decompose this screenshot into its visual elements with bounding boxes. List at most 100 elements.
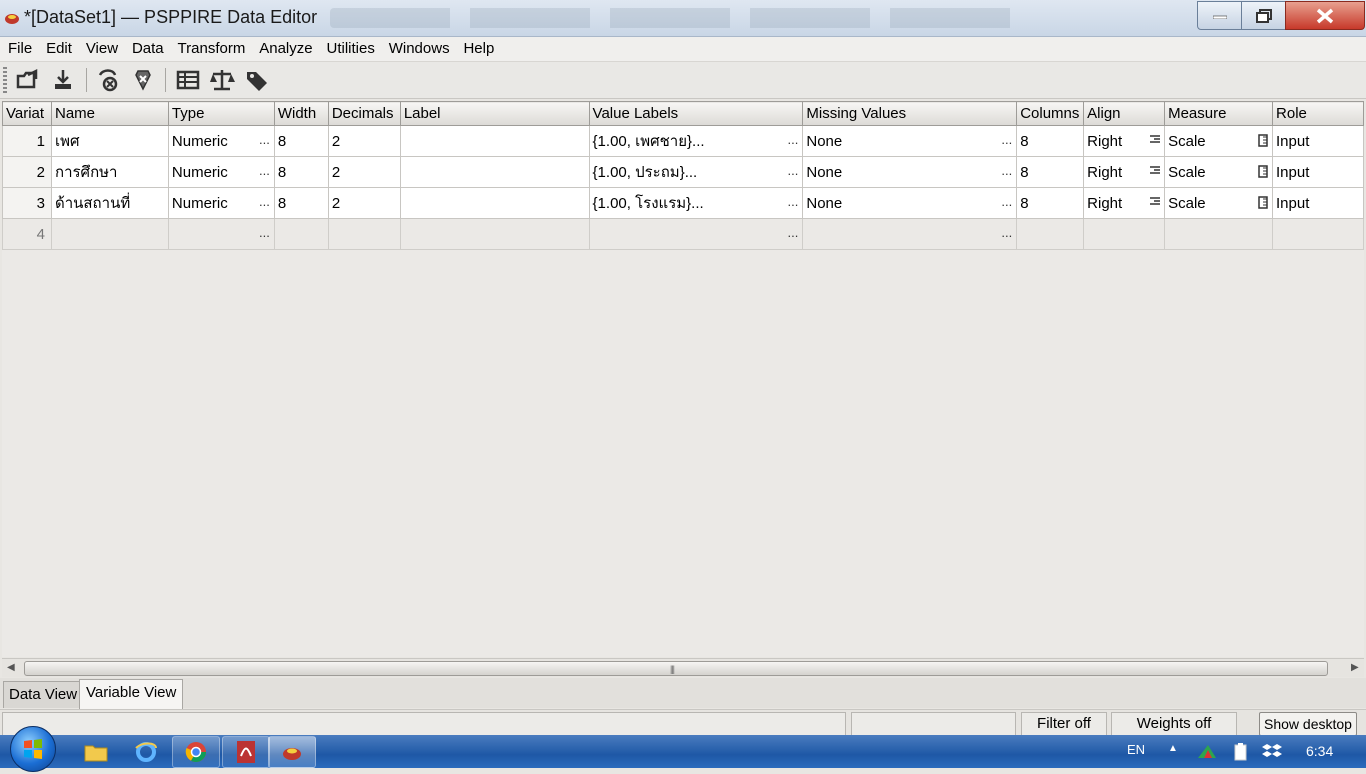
dropbox-icon[interactable] — [1262, 742, 1282, 762]
close-button[interactable] — [1285, 1, 1365, 30]
cell-width[interactable]: 8 — [273, 125, 329, 157]
cell-align[interactable] — [1083, 218, 1166, 250]
cell-decimals[interactable]: 2 — [327, 125, 401, 157]
cell-missing-values[interactable]: ... — [802, 218, 1018, 250]
scrollbar-thumb[interactable]: ||| — [24, 661, 1328, 676]
cell-align[interactable]: Right — [1083, 156, 1166, 188]
type-ellipsis-button[interactable]: ... — [259, 163, 270, 178]
restore-button[interactable] — [1241, 1, 1287, 30]
cell-missing-values[interactable]: None... — [802, 156, 1018, 188]
cell-decimals[interactable] — [327, 218, 401, 250]
row-number[interactable]: 4 — [2, 218, 52, 250]
cell-measure[interactable]: Scale — [1164, 125, 1274, 157]
value-labels-ellipsis-button[interactable]: ... — [788, 225, 799, 240]
cell-measure[interactable]: Scale — [1164, 156, 1274, 188]
menu-view[interactable]: View — [86, 37, 118, 61]
row-number[interactable]: 3 — [2, 187, 52, 219]
tray-expand-icon[interactable]: ▲ — [1168, 743, 1178, 754]
missing-ellipsis-button[interactable]: ... — [1001, 163, 1012, 178]
minimize-button[interactable] — [1197, 1, 1243, 30]
cell-value-labels[interactable]: {1.00, ประถม}...... — [588, 156, 804, 188]
cell-width[interactable]: 8 — [273, 187, 329, 219]
cell-name[interactable]: เพศ — [50, 125, 169, 157]
weight-cases-button[interactable] — [209, 67, 237, 93]
cell-decimals[interactable]: 2 — [327, 187, 401, 219]
col-header-columns[interactable]: Columns — [1016, 101, 1085, 126]
type-ellipsis-button[interactable]: ... — [259, 132, 270, 147]
missing-ellipsis-button[interactable]: ... — [1001, 194, 1012, 209]
scroll-left-arrow-icon[interactable]: ◀ — [7, 662, 15, 673]
value-labels-ellipsis-button[interactable]: ... — [788, 194, 799, 209]
open-file-button[interactable] — [14, 67, 42, 93]
col-header-value-labels[interactable]: Value Labels — [588, 101, 804, 126]
missing-ellipsis-button[interactable]: ... — [1001, 132, 1012, 147]
explorer-taskbar-button[interactable] — [72, 736, 120, 768]
clock-time[interactable]: 6:34 — [1306, 743, 1333, 759]
chrome-taskbar-button[interactable] — [172, 736, 220, 768]
menu-windows[interactable]: Windows — [389, 37, 450, 61]
cell-measure[interactable] — [1164, 218, 1274, 250]
psppire-taskbar-button[interactable] — [268, 736, 316, 768]
ie-taskbar-button[interactable] — [122, 736, 170, 768]
value-labels-button[interactable] — [244, 67, 272, 93]
col-header-measure[interactable]: Measure — [1164, 101, 1274, 126]
acrobat-taskbar-button[interactable] — [222, 736, 270, 768]
tab-variable-view[interactable]: Variable View — [79, 679, 184, 710]
network-icon[interactable] — [1196, 742, 1218, 760]
menu-analyze[interactable]: Analyze — [259, 37, 312, 61]
cell-measure[interactable]: Scale — [1164, 187, 1274, 219]
cell-width[interactable]: 8 — [273, 156, 329, 188]
cell-columns[interactable]: 8 — [1016, 187, 1085, 219]
col-header-label[interactable]: Label — [399, 101, 590, 126]
goto-case-button[interactable] — [95, 67, 123, 93]
save-button[interactable] — [50, 67, 78, 93]
cell-align[interactable]: Right — [1083, 125, 1166, 157]
cell-role[interactable]: Input — [1272, 125, 1364, 157]
cell-value-labels[interactable]: {1.00, เพศชาย}...... — [588, 125, 804, 157]
cell-columns[interactable] — [1016, 218, 1085, 250]
cell-value-labels[interactable]: ... — [588, 218, 804, 250]
row-number[interactable]: 2 — [2, 156, 52, 188]
menu-data[interactable]: Data — [132, 37, 164, 61]
cell-type[interactable]: Numeric... — [167, 156, 275, 188]
horizontal-scrollbar[interactable]: ◀ ||| ▶ — [2, 658, 1364, 677]
col-header-name[interactable]: Name — [50, 101, 169, 126]
col-header-type[interactable]: Type — [167, 101, 275, 126]
type-ellipsis-button[interactable]: ... — [259, 194, 270, 209]
cell-label[interactable] — [399, 187, 590, 219]
col-header-decimals[interactable]: Decimals — [327, 101, 401, 126]
cell-role[interactable]: Input — [1272, 187, 1364, 219]
toolbar-grip[interactable] — [3, 67, 7, 93]
cell-label[interactable] — [399, 218, 590, 250]
cell-name[interactable]: การศึกษา — [50, 156, 169, 188]
col-header-variable[interactable]: Variat — [2, 101, 52, 126]
cell-role[interactable]: Input — [1272, 156, 1364, 188]
battery-power-icon[interactable] — [1232, 742, 1250, 762]
language-indicator[interactable]: EN — [1127, 742, 1145, 757]
col-header-role[interactable]: Role — [1272, 101, 1364, 126]
cell-columns[interactable]: 8 — [1016, 156, 1085, 188]
missing-ellipsis-button[interactable]: ... — [1001, 225, 1012, 240]
start-button[interactable] — [10, 726, 56, 772]
value-labels-ellipsis-button[interactable]: ... — [788, 163, 799, 178]
cell-role[interactable] — [1272, 218, 1364, 250]
cell-width[interactable] — [273, 218, 329, 250]
cell-missing-values[interactable]: None... — [802, 187, 1018, 219]
cell-name[interactable]: ด้านสถานที่ — [50, 187, 169, 219]
cell-type[interactable]: Numeric... — [167, 187, 275, 219]
col-header-align[interactable]: Align — [1083, 101, 1166, 126]
find-button[interactable] — [130, 67, 158, 93]
cell-type[interactable]: ... — [167, 218, 275, 250]
variable-grid[interactable]: Variat Name Type Width Decimals Label Va… — [2, 101, 1364, 657]
tab-data-view[interactable]: Data View — [3, 681, 84, 708]
cell-type[interactable]: Numeric... — [167, 125, 275, 157]
cell-value-labels[interactable]: {1.00, โรงแรม}...... — [588, 187, 804, 219]
col-header-width[interactable]: Width — [273, 101, 329, 126]
cell-decimals[interactable]: 2 — [327, 156, 401, 188]
value-labels-ellipsis-button[interactable]: ... — [788, 132, 799, 147]
cell-label[interactable] — [399, 156, 590, 188]
cell-name[interactable] — [50, 218, 169, 250]
menu-edit[interactable]: Edit — [46, 37, 72, 61]
split-file-button[interactable] — [175, 67, 203, 93]
menu-file[interactable]: File — [8, 37, 32, 61]
